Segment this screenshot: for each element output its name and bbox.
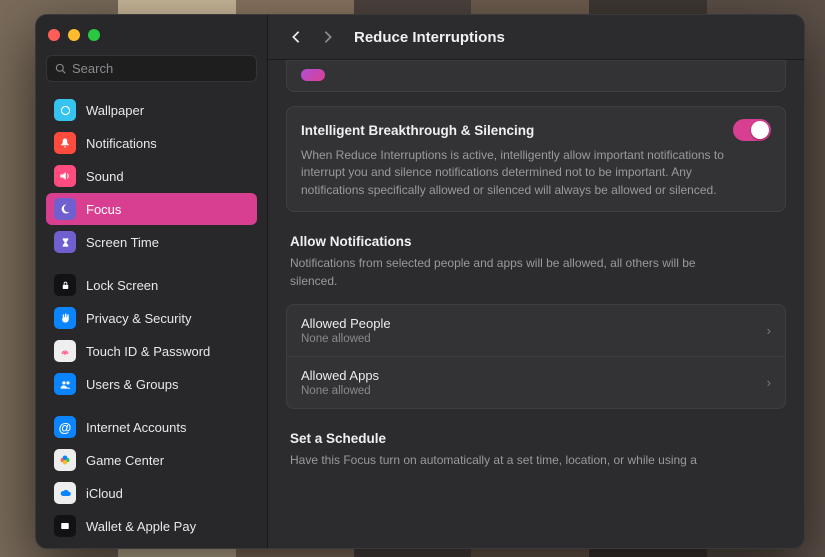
allowed-list-card: Allowed People None allowed › Allowed Ap…	[286, 304, 786, 409]
schedule-heading: Set a Schedule	[290, 431, 782, 446]
sidebar-list: Wallpaper Notifications Sound Focus Screen T…	[46, 94, 257, 548]
sidebar: Wallpaper Notifications Sound Focus Screen T…	[36, 15, 268, 548]
chevron-right-icon: ›	[767, 375, 771, 390]
sidebar-item-icloud[interactable]: iCloud	[46, 477, 257, 509]
search-input[interactable]	[72, 61, 248, 76]
allowed-apps-sub: None allowed	[301, 385, 379, 397]
schedule-description: Have this Focus turn on automatically at…	[290, 452, 730, 469]
page-title: Reduce Interruptions	[354, 29, 505, 46]
nav-back-button[interactable]	[286, 27, 306, 47]
speaker-icon	[54, 165, 76, 187]
sidebar-item-label: Screen Time	[86, 235, 159, 250]
content-scroll[interactable]: Intelligent Breakthrough & Silencing Whe…	[268, 60, 804, 548]
game-icon	[54, 449, 76, 471]
allow-heading: Allow Notifications	[290, 234, 782, 249]
previous-section-fragment	[286, 60, 786, 92]
sidebar-item-label: Lock Screen	[86, 278, 158, 293]
search-field[interactable]	[46, 55, 257, 82]
at-icon: @	[54, 416, 76, 438]
sidebar-item-internet-accounts[interactable]: @ Internet Accounts	[46, 411, 257, 443]
sidebar-item-label: Touch ID & Password	[86, 344, 210, 359]
close-window-button[interactable]	[48, 29, 60, 41]
nav-forward-button[interactable]	[318, 27, 338, 47]
sidebar-item-touch-id-password[interactable]: Touch ID & Password	[46, 335, 257, 367]
sidebar-item-sound[interactable]: Sound	[46, 160, 257, 192]
sidebar-item-label: Notifications	[86, 136, 157, 151]
sidebar-item-label: Game Center	[86, 453, 164, 468]
finger-icon	[54, 340, 76, 362]
sidebar-item-game-center[interactable]: Game Center	[46, 444, 257, 476]
allow-description: Notifications from selected people and a…	[290, 255, 730, 290]
users-icon	[54, 373, 76, 395]
sidebar-item-wallet-apple-pay[interactable]: Wallet & Apple Pay	[46, 510, 257, 542]
sidebar-item-label: Privacy & Security	[86, 311, 191, 326]
sidebar-item-screen-time[interactable]: Screen Time	[46, 226, 257, 258]
allowed-apps-row[interactable]: Allowed Apps None allowed ›	[287, 356, 785, 408]
moon-icon	[54, 198, 76, 220]
intelligent-description: When Reduce Interruptions is active, int…	[301, 147, 741, 199]
schedule-header: Set a Schedule Have this Focus turn on a…	[286, 431, 786, 469]
intelligent-toggle[interactable]	[733, 119, 771, 141]
intelligent-heading: Intelligent Breakthrough & Silencing	[301, 123, 534, 138]
minimize-window-button[interactable]	[68, 29, 80, 41]
sidebar-item-privacy-security[interactable]: Privacy & Security	[46, 302, 257, 334]
sidebar-item-lock-screen[interactable]: Lock Screen	[46, 269, 257, 301]
titlebar: Reduce Interruptions	[268, 15, 804, 60]
allowed-people-sub: None allowed	[301, 333, 391, 345]
allow-notifications-header: Allow Notifications Notifications from s…	[286, 234, 786, 290]
allowed-people-row[interactable]: Allowed People None allowed ›	[287, 305, 785, 356]
sidebar-item-label: Wallet & Apple Pay	[86, 519, 196, 534]
hourglass-icon	[54, 231, 76, 253]
content-pane: Reduce Interruptions Intelligent Breakth…	[268, 15, 804, 548]
search-icon	[55, 62, 66, 75]
wallpaper-icon	[54, 99, 76, 121]
maximize-window-button[interactable]	[88, 29, 100, 41]
sidebar-item-label: Sound	[86, 169, 124, 184]
sidebar-item-label: Internet Accounts	[86, 420, 186, 435]
intelligent-breakthrough-card: Intelligent Breakthrough & Silencing Whe…	[286, 106, 786, 212]
lock-icon	[54, 274, 76, 296]
wallet-icon	[54, 515, 76, 537]
window-controls	[46, 25, 257, 55]
sidebar-item-label: Focus	[86, 202, 121, 217]
sidebar-item-users-groups[interactable]: Users & Groups	[46, 368, 257, 400]
allowed-people-label: Allowed People	[301, 316, 391, 331]
sidebar-item-wallpaper[interactable]: Wallpaper	[46, 94, 257, 126]
sidebar-item-notifications[interactable]: Notifications	[46, 127, 257, 159]
cloud-icon	[54, 482, 76, 504]
sidebar-item-focus[interactable]: Focus	[46, 193, 257, 225]
focus-color-swatch	[301, 69, 325, 81]
chevron-right-icon: ›	[767, 323, 771, 338]
sidebar-item-label: Wallpaper	[86, 103, 144, 118]
system-settings-window: Wallpaper Notifications Sound Focus Screen T…	[35, 14, 805, 549]
allowed-apps-label: Allowed Apps	[301, 368, 379, 383]
sidebar-item-label: iCloud	[86, 486, 123, 501]
sidebar-item-label: Users & Groups	[86, 377, 178, 392]
hand-icon	[54, 307, 76, 329]
bell-icon	[54, 132, 76, 154]
